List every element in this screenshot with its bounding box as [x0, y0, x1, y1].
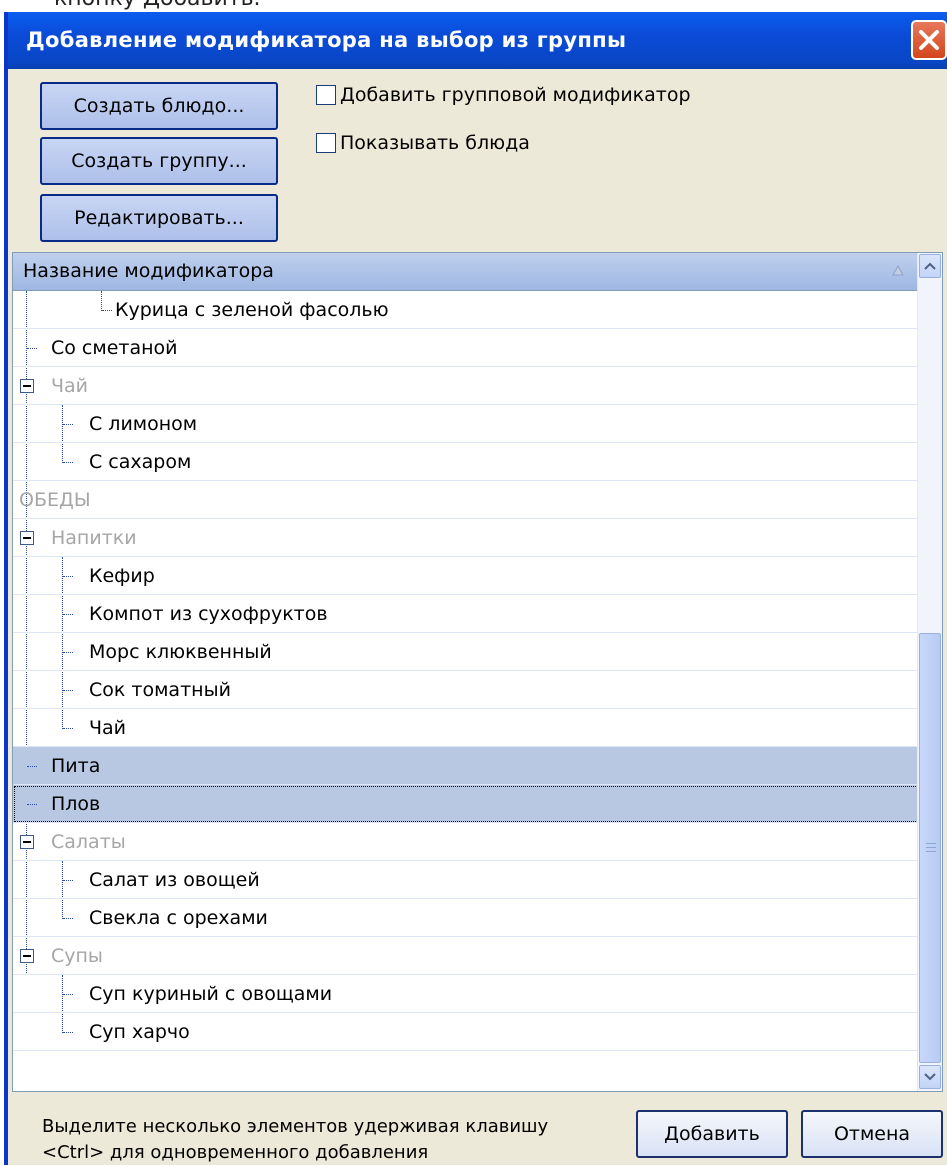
- add-group-modifier-checkbox[interactable]: Добавить групповой модификатор: [316, 84, 691, 106]
- tree-branch-line: [63, 994, 73, 995]
- tree-branch-line: [63, 652, 73, 653]
- scroll-grip: [926, 851, 936, 852]
- tree-branch-line: [63, 880, 73, 881]
- tree-branch-line: [63, 462, 73, 463]
- tree-branch-line: [27, 348, 37, 349]
- tree-row[interactable]: Курица с зеленой фасолью: [13, 291, 919, 329]
- tree-row-label: Компот из сухофруктов: [89, 603, 328, 625]
- add-button[interactable]: Добавить: [636, 1110, 788, 1158]
- tree-row-label: Кефир: [89, 565, 155, 587]
- caption-text: кнопку Добавить.: [54, 0, 261, 11]
- tree-row[interactable]: Сок томатный: [13, 671, 919, 709]
- tree-branch-line: [63, 614, 73, 615]
- tree-branch-line: [27, 766, 37, 767]
- title-bar: Добавление модификатора на выбор из груп…: [8, 12, 947, 69]
- tree-group-row[interactable]: Чай: [13, 367, 919, 405]
- tree-branch-line: [63, 690, 73, 691]
- checkbox-label: Добавить групповой модификатор: [340, 84, 691, 106]
- sort-asc-icon: [892, 264, 904, 276]
- tree-row[interactable]: Плов: [13, 785, 919, 823]
- scroll-grip: [926, 843, 936, 844]
- checkbox-box[interactable]: [316, 85, 336, 105]
- edit-button[interactable]: Редактировать...: [40, 194, 278, 242]
- modifier-tree[interactable]: Название модификатора Курица с зеленой ф…: [12, 252, 943, 1092]
- tree-row-label: Суп куриный с овощами: [89, 983, 333, 1005]
- tree-row-label: Курица с зеленой фасолью: [115, 299, 389, 321]
- show-dishes-checkbox[interactable]: Показывать блюда: [316, 132, 530, 154]
- create-group-button[interactable]: Создать группу...: [40, 137, 278, 185]
- tree-row-label: Морс клюквенный: [89, 641, 272, 663]
- hint-line-1: Выделите несколько элементов удерживая к…: [42, 1116, 549, 1137]
- tree-branch-line: [63, 576, 73, 577]
- scroll-up-button[interactable]: [919, 254, 941, 278]
- scroll-thumb[interactable]: [919, 633, 941, 1063]
- scroll-grip: [926, 847, 936, 848]
- tree-row[interactable]: Салат из овощей: [13, 861, 919, 899]
- tree-group-row[interactable]: ОБЕДЫ: [13, 481, 919, 519]
- window-title: Добавление модификатора на выбор из груп…: [26, 28, 627, 52]
- tree-branch-line: [27, 804, 37, 805]
- tree-row[interactable]: Пита: [13, 747, 919, 785]
- tree-row-label: С сахаром: [89, 451, 192, 473]
- tree-branch-line: [63, 918, 73, 919]
- tree-row-label: Чай: [51, 375, 89, 397]
- tree-row-label: С лимоном: [89, 413, 198, 435]
- tree-row[interactable]: Суп куриный с овощами: [13, 975, 919, 1013]
- column-header[interactable]: Название модификатора: [13, 253, 919, 291]
- column-header-label: Название модификатора: [23, 260, 274, 282]
- cancel-button[interactable]: Отмена: [801, 1110, 943, 1158]
- scroll-down-icon: [924, 1073, 936, 1081]
- checkbox-box[interactable]: [316, 133, 336, 153]
- collapse-icon[interactable]: [20, 531, 34, 545]
- tree-group-row[interactable]: Напитки: [13, 519, 919, 557]
- tree-row[interactable]: С сахаром: [13, 443, 919, 481]
- hint-line-2: <Ctrl> для одновременного добавления: [42, 1142, 429, 1163]
- tree-row-label: Пита: [51, 755, 101, 777]
- tree-branch-line: [102, 310, 112, 311]
- tree-branch-line: [63, 728, 73, 729]
- tree-row[interactable]: Свекла с орехами: [13, 899, 919, 937]
- tree-row[interactable]: С лимоном: [13, 405, 919, 443]
- tree-row[interactable]: Кефир: [13, 557, 919, 595]
- tree-branch-line: [63, 1032, 73, 1033]
- scroll-up-icon: [924, 262, 936, 270]
- tree-row-label: Салат из овощей: [89, 869, 260, 891]
- collapse-icon[interactable]: [20, 835, 34, 849]
- tree-row-label: ОБЕДЫ: [19, 489, 91, 511]
- tree-row[interactable]: Со сметаной: [13, 329, 919, 367]
- close-button[interactable]: [911, 20, 947, 60]
- tree-row-label: Свекла с орехами: [89, 907, 268, 929]
- collapse-icon[interactable]: [20, 379, 34, 393]
- checkbox-label: Показывать блюда: [340, 132, 530, 154]
- tree-group-row[interactable]: Супы: [13, 937, 919, 975]
- dialog-window: Добавление модификатора на выбор из груп…: [4, 12, 947, 1165]
- close-icon: [919, 30, 939, 50]
- tree-row-label: Плов: [51, 793, 101, 815]
- tree-row-label: Супы: [51, 945, 103, 967]
- tree-row-label: Салаты: [51, 831, 126, 853]
- tree-row[interactable]: Чай: [13, 709, 919, 747]
- tree-row-label: Со сметаной: [51, 337, 178, 359]
- create-dish-button[interactable]: Создать блюдо...: [40, 82, 278, 130]
- tree-row-label: Напитки: [51, 527, 137, 549]
- tree-row[interactable]: Суп харчо: [13, 1013, 919, 1051]
- tree-row[interactable]: Компот из сухофруктов: [13, 595, 919, 633]
- tree-row[interactable]: Морс клюквенный: [13, 633, 919, 671]
- tree-group-row[interactable]: Салаты: [13, 823, 919, 861]
- tree-branch-line: [63, 424, 73, 425]
- hint-text: Выделите несколько элементов удерживая к…: [42, 1114, 548, 1166]
- tree-row-label: Чай: [89, 717, 127, 739]
- tree-row-label: Суп харчо: [89, 1021, 190, 1043]
- scroll-down-button[interactable]: [919, 1065, 941, 1089]
- tree-row-label: Сок томатный: [89, 679, 231, 701]
- collapse-icon[interactable]: [20, 949, 34, 963]
- vertical-scrollbar[interactable]: [917, 253, 942, 1091]
